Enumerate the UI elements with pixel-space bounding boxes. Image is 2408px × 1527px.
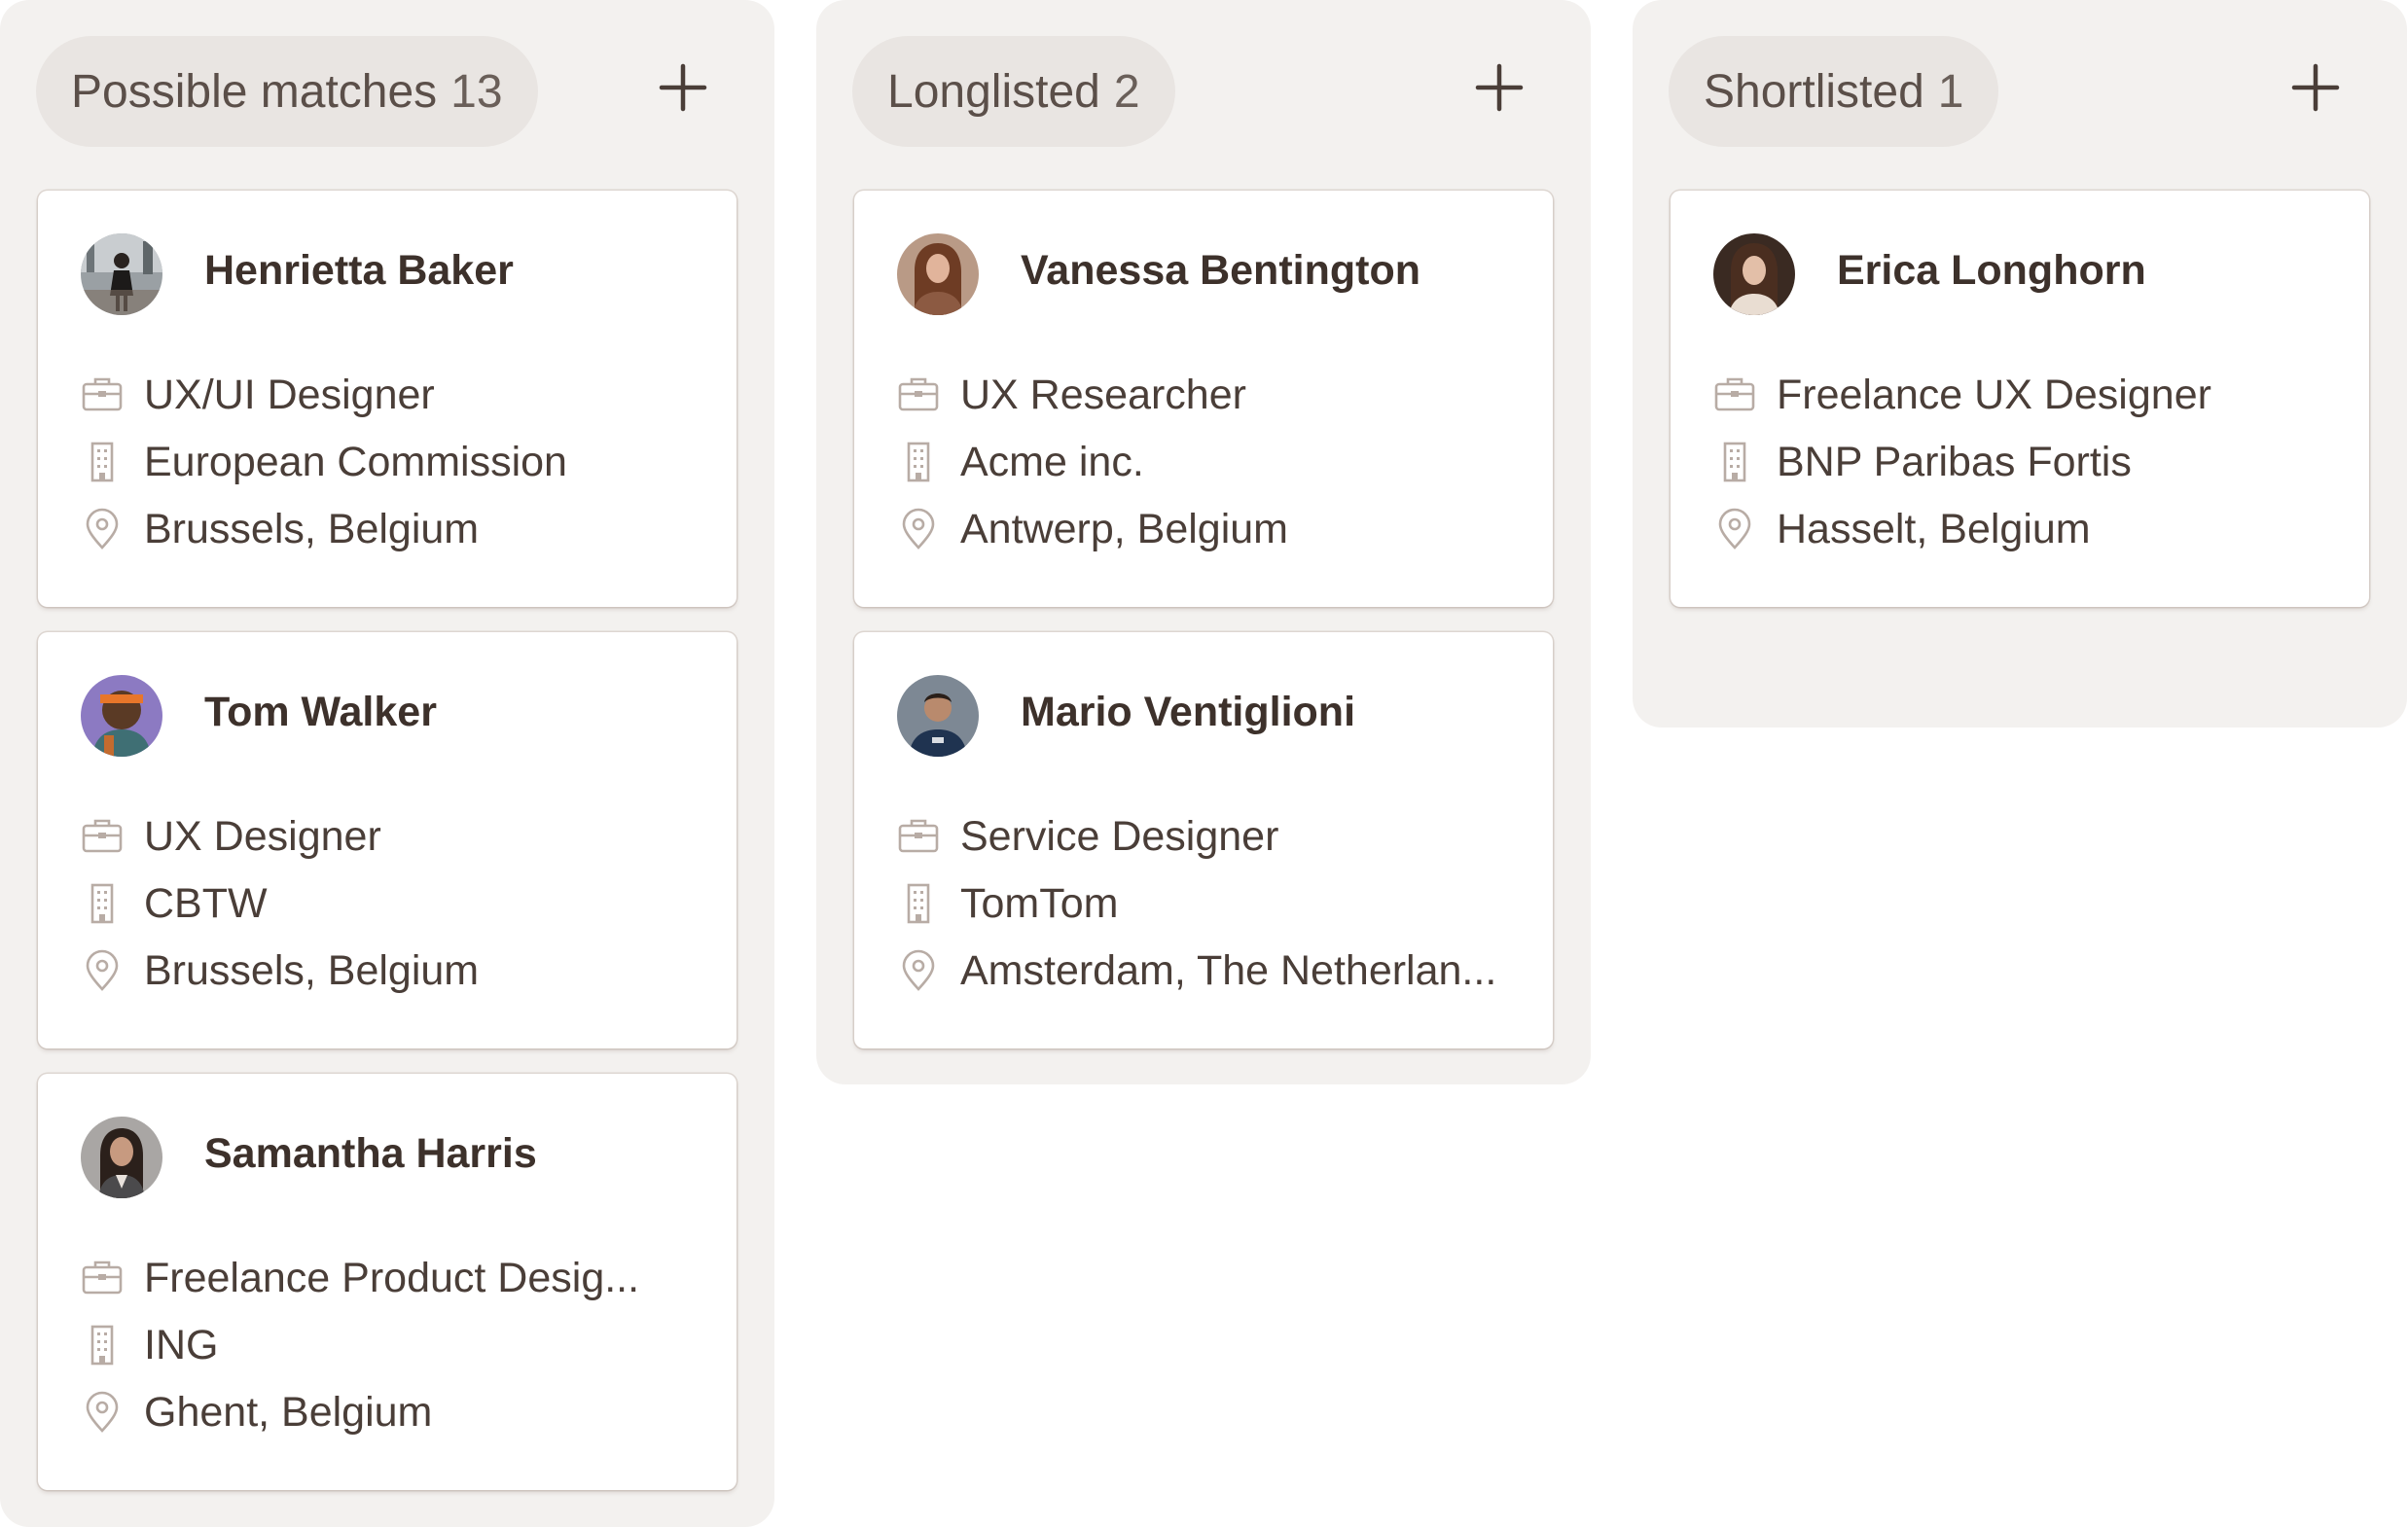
candidate-role-row: Freelance UX Designer [1713, 368, 2211, 422]
briefcase-icon [81, 1257, 124, 1299]
candidate-role: Freelance Product Desig... [144, 1254, 640, 1301]
candidate-role: Freelance UX Designer [1777, 371, 2211, 418]
candidate-company: ING [144, 1321, 219, 1368]
column-title: Shortlisted [1704, 65, 1924, 118]
candidate-company: Acme inc. [960, 438, 1144, 485]
candidate-company: TomTom [960, 879, 1119, 927]
candidate-company: CBTW [144, 879, 268, 927]
column-title-pill[interactable]: Shortlisted 1 [1669, 36, 1999, 147]
column-title: Longlisted [887, 65, 1100, 118]
candidate-location: Ghent, Belgium [144, 1388, 433, 1436]
briefcase-icon [897, 815, 940, 858]
briefcase-icon [81, 815, 124, 858]
building-icon [897, 441, 940, 483]
candidate-card[interactable]: Henrietta Baker UX/UI Designer European … [38, 191, 737, 607]
map-pin-icon [81, 508, 124, 550]
column-count: 13 [450, 65, 503, 118]
briefcase-icon [897, 373, 940, 416]
candidate-card[interactable]: Samantha Harris Freelance Product Desig.… [38, 1074, 737, 1490]
candidate-location-row: Brussels, Belgium [81, 943, 479, 998]
candidate-location-row: Antwerp, Belgium [897, 502, 1288, 556]
candidate-role-row: UX Designer [81, 809, 381, 864]
plus-icon [659, 63, 707, 112]
candidate-company-row: BNP Paribas Fortis [1713, 435, 2132, 489]
candidate-company-row: ING [81, 1318, 218, 1372]
candidate-company-row: Acme inc. [897, 435, 1144, 489]
candidate-name: Vanessa Bentington [1021, 247, 1420, 294]
building-icon [81, 441, 124, 483]
column-longlisted: Longlisted 2 Vanessa Bentington UX Resea… [816, 0, 1591, 1084]
candidate-card[interactable]: Tom Walker UX Designer CBTW Brussels, Be… [38, 632, 737, 1048]
candidate-role: UX Designer [144, 812, 381, 860]
candidate-company-row: CBTW [81, 876, 268, 931]
candidate-location: Antwerp, Belgium [960, 505, 1288, 552]
candidate-name: Mario Ventiglioni [1021, 689, 1356, 735]
building-icon [81, 1324, 124, 1367]
map-pin-icon [81, 1391, 124, 1434]
avatar [81, 675, 162, 757]
avatar [81, 1117, 162, 1198]
candidate-role-row: UX Researcher [897, 368, 1246, 422]
candidate-role: Service Designer [960, 812, 1279, 860]
candidate-company-row: TomTom [897, 876, 1118, 931]
briefcase-icon [1713, 373, 1756, 416]
candidate-role: UX/UI Designer [144, 371, 435, 418]
building-icon [81, 882, 124, 925]
column-title-pill[interactable]: Possible matches 13 [36, 36, 538, 147]
column-title: Possible matches [71, 65, 438, 118]
column-header: Shortlisted 1 [1633, 0, 2407, 147]
candidate-location-row: Amsterdam, The Netherlan... [897, 943, 1496, 998]
column-header: Possible matches 13 [0, 0, 774, 147]
kanban-board: Possible matches 13 Henrietta Baker UX/U… [0, 0, 2408, 1527]
map-pin-icon [81, 949, 124, 992]
map-pin-icon [897, 949, 940, 992]
add-candidate-button[interactable] [2288, 60, 2343, 115]
column-possible-matches: Possible matches 13 Henrietta Baker UX/U… [0, 0, 774, 1527]
column-count: 1 [1937, 65, 1964, 118]
briefcase-icon [81, 373, 124, 416]
column-title-pill[interactable]: Longlisted 2 [852, 36, 1175, 147]
candidate-card[interactable]: Erica Longhorn Freelance UX Designer BNP… [1671, 191, 2369, 607]
candidate-card[interactable]: Vanessa Bentington UX Researcher Acme in… [854, 191, 1553, 607]
candidate-name: Erica Longhorn [1837, 247, 2146, 294]
candidate-location-row: Hasselt, Belgium [1713, 502, 2091, 556]
candidate-company: BNP Paribas Fortis [1777, 438, 2132, 485]
avatar [1713, 233, 1795, 315]
add-candidate-button[interactable] [656, 60, 710, 115]
plus-icon [1475, 63, 1524, 112]
column-header: Longlisted 2 [816, 0, 1591, 147]
plus-icon [2291, 63, 2340, 112]
avatar [897, 233, 979, 315]
candidate-role-row: UX/UI Designer [81, 368, 435, 422]
candidate-location: Brussels, Belgium [144, 505, 480, 552]
candidate-location: Brussels, Belgium [144, 946, 480, 994]
candidate-company: European Commission [144, 438, 567, 485]
building-icon [1713, 441, 1756, 483]
candidate-location-row: Brussels, Belgium [81, 502, 479, 556]
candidate-name: Tom Walker [204, 689, 437, 735]
avatar [81, 233, 162, 315]
candidate-role-row: Freelance Product Desig... [81, 1251, 639, 1305]
candidate-location-row: Ghent, Belgium [81, 1385, 432, 1439]
avatar [897, 675, 979, 757]
candidate-role-row: Service Designer [897, 809, 1278, 864]
candidate-card[interactable]: Mario Ventiglioni Service Designer TomTo… [854, 632, 1553, 1048]
map-pin-icon [897, 508, 940, 550]
column-shortlisted: Shortlisted 1 Erica Longhorn Freelance U… [1633, 0, 2407, 728]
candidate-location: Amsterdam, The Netherlan... [960, 946, 1497, 994]
candidate-role: UX Researcher [960, 371, 1246, 418]
add-candidate-button[interactable] [1472, 60, 1527, 115]
column-count: 2 [1113, 65, 1140, 118]
candidate-name: Henrietta Baker [204, 247, 514, 294]
candidate-location: Hasselt, Belgium [1777, 505, 2091, 552]
candidate-company-row: European Commission [81, 435, 567, 489]
map-pin-icon [1713, 508, 1756, 550]
candidate-name: Samantha Harris [204, 1130, 537, 1177]
building-icon [897, 882, 940, 925]
